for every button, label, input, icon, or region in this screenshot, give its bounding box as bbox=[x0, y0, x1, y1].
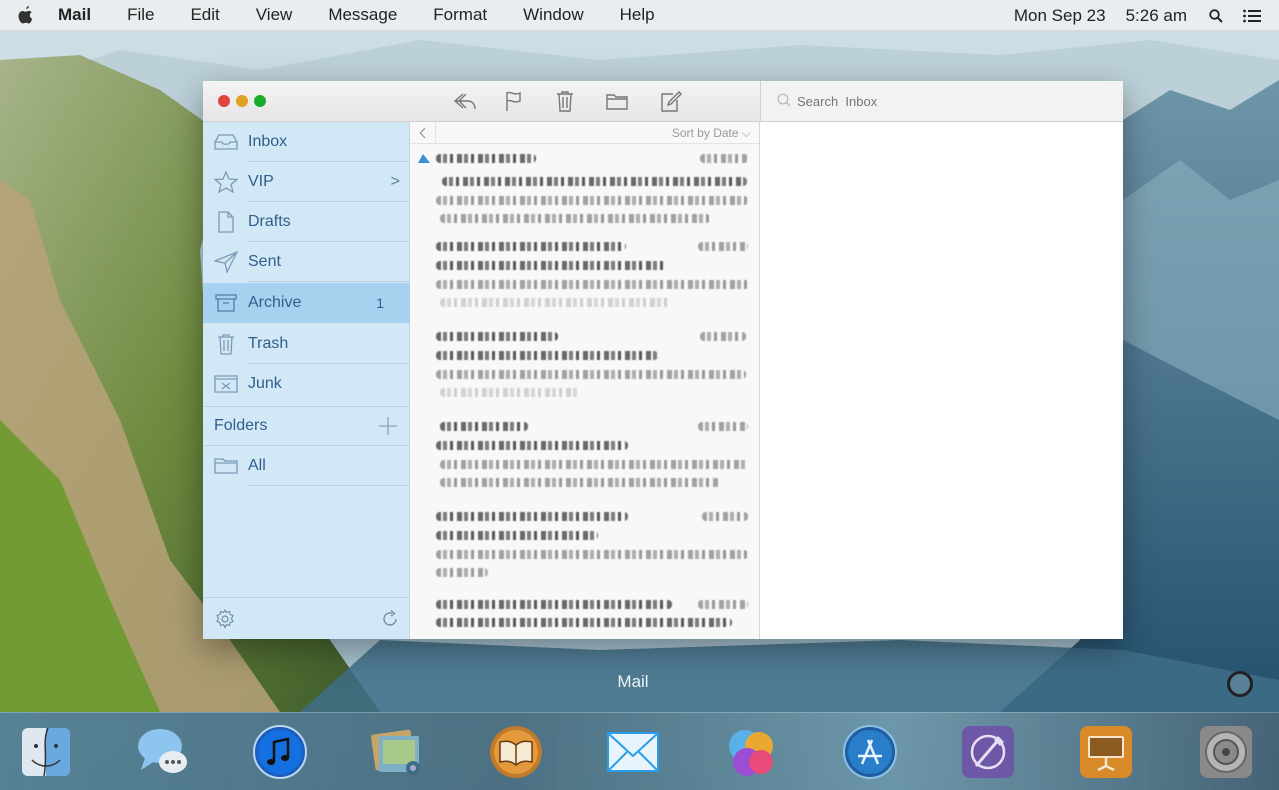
draft-icon bbox=[214, 211, 238, 233]
app-store-icon[interactable] bbox=[842, 724, 898, 780]
game-center-icon[interactable] bbox=[723, 724, 779, 780]
menu-date[interactable]: Mon Sep 23 bbox=[1014, 6, 1106, 26]
list-item[interactable] bbox=[410, 144, 759, 234]
gear-icon[interactable] bbox=[215, 608, 235, 634]
photos-icon[interactable] bbox=[369, 724, 425, 780]
apple-menu-icon[interactable] bbox=[16, 5, 36, 25]
itunes-icon[interactable] bbox=[252, 724, 308, 780]
sort-label: Sort by Date bbox=[671, 126, 739, 140]
reply-icon[interactable] bbox=[453, 90, 477, 112]
chevron-down-icon: ⌵ bbox=[741, 126, 751, 140]
list-item[interactable] bbox=[410, 234, 759, 324]
dock bbox=[0, 712, 1279, 790]
search-input[interactable] bbox=[797, 93, 1097, 109]
search-bar bbox=[760, 81, 1123, 122]
notification-center-icon[interactable] bbox=[1243, 7, 1261, 25]
star-icon bbox=[214, 171, 238, 193]
menu-bar: Mail File Edit View Message Format Windo… bbox=[0, 0, 1279, 31]
sidebar-item-label: VIP bbox=[248, 173, 274, 190]
sidebar-item-label: Trash bbox=[248, 335, 289, 352]
toolbar bbox=[203, 81, 760, 122]
menu-help[interactable]: Help bbox=[620, 5, 655, 25]
paper-plane-icon bbox=[214, 251, 238, 273]
activity-indicator-icon bbox=[1227, 671, 1253, 697]
minimize-button[interactable] bbox=[236, 95, 248, 107]
sidebar-item-trash[interactable]: Trash bbox=[203, 324, 410, 364]
move-to-folder-icon[interactable] bbox=[605, 90, 629, 112]
message-detail-pane bbox=[760, 122, 1123, 639]
sidebar-item-label: Sent bbox=[248, 253, 281, 270]
sidebar-item-label: Inbox bbox=[248, 133, 288, 150]
flag-icon[interactable] bbox=[503, 90, 527, 112]
sidebar-item-sent[interactable]: Sent bbox=[203, 242, 410, 282]
settings-app-icon[interactable] bbox=[960, 724, 1016, 780]
menu-file[interactable]: File bbox=[127, 5, 154, 25]
unread-count-badge: 1 bbox=[376, 295, 384, 311]
menu-edit[interactable]: Edit bbox=[190, 5, 219, 25]
message-list: Sort by Date ⌵ bbox=[410, 122, 760, 639]
chevron-left-icon[interactable] bbox=[410, 122, 436, 144]
dock-tooltip-label: Mail bbox=[617, 672, 649, 691]
sidebar-item-drafts[interactable]: Drafts bbox=[203, 202, 410, 242]
sidebar-footer bbox=[203, 597, 410, 639]
folders-header: Folders bbox=[203, 406, 410, 446]
mail-window: Inbox VIP > Drafts Sent bbox=[203, 81, 1123, 639]
junk-icon bbox=[214, 373, 238, 395]
system-preferences-icon[interactable] bbox=[1198, 724, 1254, 780]
chevron-right-icon[interactable]: > bbox=[391, 173, 400, 191]
sidebar-item-label: All bbox=[248, 457, 266, 474]
archive-icon bbox=[214, 292, 238, 314]
list-item[interactable] bbox=[410, 414, 759, 504]
zoom-button[interactable] bbox=[254, 95, 266, 107]
list-item[interactable] bbox=[410, 504, 759, 594]
refresh-icon[interactable] bbox=[380, 609, 400, 634]
mailbox-sidebar: Inbox VIP > Drafts Sent Archive 1 Trash … bbox=[203, 122, 410, 639]
sort-dropdown[interactable]: Sort by Date ⌵ bbox=[672, 126, 751, 141]
menu-view[interactable]: View bbox=[256, 5, 293, 25]
spotlight-search-icon[interactable] bbox=[1207, 7, 1225, 25]
menu-window[interactable]: Window bbox=[523, 5, 583, 25]
search-icon bbox=[777, 93, 791, 110]
list-item[interactable] bbox=[410, 324, 759, 414]
folder-icon bbox=[214, 455, 238, 477]
inbox-icon bbox=[214, 131, 238, 153]
finder-icon[interactable] bbox=[18, 724, 74, 780]
menu-format[interactable]: Format bbox=[433, 5, 487, 25]
folders-label: Folders bbox=[214, 417, 268, 434]
message-list-header: Sort by Date ⌵ bbox=[410, 122, 759, 144]
presentation-icon[interactable] bbox=[1078, 724, 1134, 780]
messages-icon[interactable] bbox=[135, 724, 191, 780]
trash-icon bbox=[214, 333, 238, 355]
close-button[interactable] bbox=[218, 95, 230, 107]
ibooks-icon[interactable] bbox=[488, 724, 544, 780]
menu-time[interactable]: 5:26 am bbox=[1126, 6, 1187, 26]
mail-icon[interactable] bbox=[605, 724, 661, 780]
sidebar-item-inbox[interactable]: Inbox bbox=[203, 122, 410, 162]
sidebar-item-archive[interactable]: Archive 1 bbox=[203, 283, 410, 323]
trash-icon[interactable] bbox=[553, 90, 577, 112]
sidebar-item-label: Junk bbox=[248, 375, 282, 392]
sidebar-item-vip[interactable]: VIP > bbox=[203, 162, 410, 202]
sidebar-item-label: Drafts bbox=[248, 213, 291, 230]
menu-message[interactable]: Message bbox=[328, 5, 397, 25]
sidebar-item-all[interactable]: All bbox=[203, 446, 410, 486]
sidebar-item-junk[interactable]: Junk bbox=[203, 364, 410, 404]
add-folder-icon[interactable] bbox=[378, 416, 398, 436]
unread-dot-icon bbox=[417, 152, 431, 170]
compose-icon[interactable] bbox=[659, 90, 683, 112]
sidebar-item-label: Archive bbox=[248, 294, 302, 311]
menu-app-name[interactable]: Mail bbox=[58, 5, 91, 25]
list-item[interactable] bbox=[410, 594, 759, 639]
